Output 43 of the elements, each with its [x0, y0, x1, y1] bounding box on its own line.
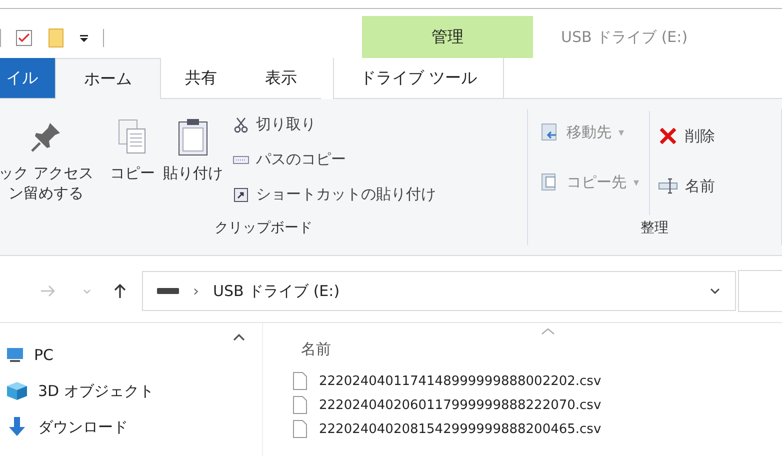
button-label: コピー: [110, 163, 155, 183]
button-label: 削除: [685, 126, 716, 146]
ribbon-button[interactable]: コピー: [106, 107, 159, 219]
column-header[interactable]: 名前: [301, 340, 331, 358]
address-bar[interactable]: › USB ドライブ (E:): [142, 271, 736, 311]
file-row[interactable]: 2220240402081542999999888200465.csv: [293, 417, 782, 441]
button-label: ン留めする: [8, 183, 84, 203]
ribbon-tab[interactable]: ホーム: [55, 58, 161, 99]
breadcrumb-separator: ›: [193, 282, 199, 300]
ribbon-button[interactable]: 貼り付け: [159, 107, 227, 219]
ribbon-button[interactable]: パスのコピー: [233, 142, 436, 177]
button-label: コピー先: [566, 172, 626, 192]
file-row[interactable]: 2220240401174148999999888002202.csv: [293, 369, 782, 393]
ribbon-button[interactable]: 切り取り: [233, 107, 436, 142]
ribbon-button[interactable]: 削除: [658, 111, 716, 161]
button-label: ック アクセス: [0, 163, 94, 183]
file-tab[interactable]: イル: [0, 58, 55, 99]
button-label: 切り取り: [256, 115, 316, 134]
nav-label: 3D オブジェクト: [38, 382, 154, 400]
ribbon-button[interactable]: ック アクセス ン留めする: [0, 107, 106, 219]
nav-item[interactable]: 3D オブジェクト: [0, 373, 262, 409]
nav-label: PC: [34, 346, 54, 364]
button-label: ショートカットの貼り付け: [256, 185, 436, 204]
group-label: 整理: [639, 219, 670, 238]
group-label: クリップボード: [213, 219, 314, 238]
file-name: 2220240401174148999999888002202.csv: [319, 374, 602, 388]
button-label: 移動先: [566, 122, 612, 142]
button-label: パスのコピー: [256, 150, 346, 169]
nav-item[interactable]: PC: [0, 337, 262, 373]
file-name: 2220240402060117999999888222070.csv: [319, 398, 602, 412]
file-row[interactable]: 2220240402060117999999888222070.csv: [293, 393, 782, 417]
file-name: 2220240402081542999999888200465.csv: [319, 422, 602, 436]
ribbon-button[interactable]: 名前: [658, 161, 716, 211]
caret-icon: ▾: [634, 176, 640, 188]
nav-label: ダウンロード: [38, 418, 128, 436]
button-label: 名前: [685, 176, 716, 196]
context-group-label: 管理: [362, 16, 533, 58]
ribbon-button[interactable]: ショートカットの貼り付け: [233, 177, 436, 212]
nav-item[interactable]: ダウンロード: [0, 409, 262, 445]
button-label: 貼り付け: [163, 163, 223, 183]
address-path: USB ドライブ (E:): [213, 282, 340, 300]
window-title: USB ドライブ (E:): [561, 26, 688, 48]
caret-icon: ▾: [618, 126, 624, 138]
